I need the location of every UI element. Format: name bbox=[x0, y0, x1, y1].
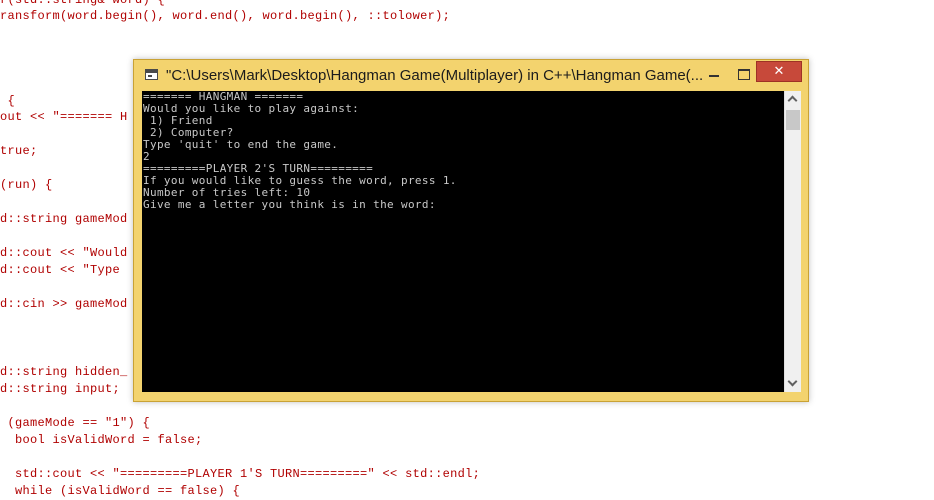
window-title: "C:\Users\Mark\Desktop\Hangman Game(Mult… bbox=[166, 67, 704, 84]
code-line: d::cin >> gameMod bbox=[0, 297, 128, 311]
code-line: (run) { bbox=[0, 178, 53, 192]
code-line: { bbox=[0, 94, 16, 108]
code-line: std::cout << "=========PLAYER 1'S TURN==… bbox=[0, 467, 481, 481]
console-app-icon[interactable] bbox=[145, 69, 158, 80]
maximize-button[interactable] bbox=[731, 64, 757, 84]
console-window[interactable]: "C:\Users\Mark\Desktop\Hangman Game(Mult… bbox=[133, 59, 809, 402]
code-line: out << "======= H bbox=[0, 110, 128, 124]
code-line: ransform(word.begin(), word.end(), word.… bbox=[0, 9, 451, 23]
scroll-down-arrow-icon[interactable] bbox=[785, 375, 801, 392]
code-line: d::string input; bbox=[0, 382, 121, 396]
code-line: d::string gameMod bbox=[0, 212, 128, 226]
code-line: (gameMode == "1") { bbox=[0, 416, 151, 430]
console-output[interactable]: ======= HANGMAN ======= Would you like t… bbox=[142, 91, 784, 392]
minimize-button[interactable] bbox=[701, 64, 727, 84]
close-button[interactable]: ✕ bbox=[756, 61, 802, 82]
console-line: Give me a letter you think is in the wor… bbox=[143, 198, 436, 211]
code-line: bool isValidWord = false; bbox=[0, 433, 203, 447]
scroll-up-arrow-icon[interactable] bbox=[785, 91, 801, 108]
scroll-thumb[interactable] bbox=[786, 110, 800, 130]
console-line: Type 'quit' to end the game. bbox=[143, 138, 339, 151]
title-bar[interactable]: "C:\Users\Mark\Desktop\Hangman Game(Mult… bbox=[134, 60, 808, 91]
code-line: true; bbox=[0, 144, 38, 158]
code-line: d::cout << "Type bbox=[0, 263, 121, 277]
code-line: d::string hidden_ bbox=[0, 365, 128, 379]
vertical-scrollbar[interactable] bbox=[784, 91, 801, 392]
code-line: while (isValidWord == false) { bbox=[0, 484, 241, 498]
code-line: d::cout << "Would bbox=[0, 246, 128, 260]
